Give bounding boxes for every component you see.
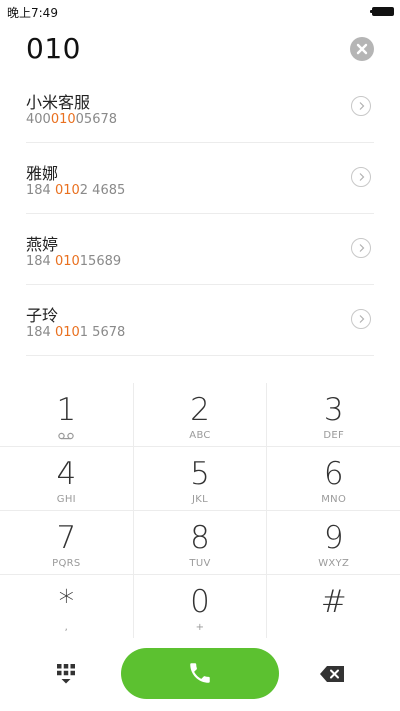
key-digit: #	[320, 584, 347, 620]
key-letters: TUV	[189, 558, 211, 569]
search-results-list: 小米客服 40001005678 雅娜 184 0102 4685 燕婷 184…	[26, 72, 374, 356]
key-0[interactable]: 0 +	[132, 575, 267, 638]
key-digit: 9	[323, 520, 344, 556]
contact-number: 40001005678	[26, 112, 118, 127]
dialpad-icon	[57, 664, 75, 684]
contact-name: 雅娜	[26, 164, 59, 183]
number-match-highlight: 010	[54, 325, 80, 340]
backspace-button[interactable]	[320, 666, 344, 682]
key-7[interactable]: 7 PQRS	[0, 511, 133, 574]
result-item[interactable]: 雅娜 184 0102 4685	[26, 143, 374, 214]
chevron-right-icon	[359, 102, 365, 110]
backspace-icon	[320, 666, 344, 682]
dialed-number-display[interactable]: 010	[26, 32, 81, 65]
number-match-highlight: 010	[54, 254, 80, 269]
key-letters: DEF	[323, 430, 345, 441]
key-digit: 2	[190, 392, 210, 428]
result-item[interactable]: 子玲 184 0101 5678	[26, 285, 374, 356]
status-bar: 晚上7:49	[0, 0, 400, 24]
key-digit: 7	[56, 520, 77, 556]
key-6[interactable]: 6 MNO	[266, 447, 400, 510]
key-digit: 0	[190, 584, 210, 620]
key-digit: 1	[56, 392, 77, 428]
key-digit: 4	[56, 456, 77, 492]
keypad: 1 2 ABC 3 DEF 4 GHI 5 JKL 6 MNO 7 PQRS 8…	[0, 383, 400, 638]
keypad-row: 4 GHI 5 JKL 6 MNO	[0, 446, 400, 510]
voicemail-icon	[58, 432, 74, 440]
key-digit: 8	[190, 520, 210, 556]
clear-icon	[356, 43, 368, 55]
key-digit: *	[58, 584, 75, 620]
chevron-right-icon	[359, 315, 365, 323]
key-letters: ABC	[189, 430, 211, 441]
key-letters: GHI	[56, 494, 76, 505]
dialpad-toggle-button[interactable]	[57, 664, 75, 684]
bottom-action-bar	[0, 643, 400, 711]
key-digit: 6	[323, 456, 344, 492]
battery-icon	[370, 7, 394, 16]
key-digit: 5	[190, 456, 210, 492]
result-item[interactable]: 燕婷 184 01015689	[26, 214, 374, 285]
contact-detail-button[interactable]	[351, 238, 371, 258]
contact-number: 184 01015689	[26, 254, 122, 269]
status-time: 晚上7:49	[7, 6, 58, 20]
key-letters: +	[195, 622, 205, 633]
call-button[interactable]	[121, 648, 279, 699]
key-5[interactable]: 5 JKL	[132, 447, 267, 510]
keypad-row: 7 PQRS 8 TUV 9 WXYZ	[0, 510, 400, 574]
key-8[interactable]: 8 TUV	[132, 511, 267, 574]
key-hash[interactable]: #	[266, 575, 400, 638]
contact-detail-button[interactable]	[351, 309, 371, 329]
key-3[interactable]: 3 DEF	[266, 383, 400, 446]
key-letters: MNO	[321, 494, 347, 505]
key-letters: WXYZ	[318, 558, 350, 569]
number-match-highlight: 010	[54, 183, 80, 198]
key-1[interactable]: 1	[0, 383, 133, 446]
contact-name: 小米客服	[26, 93, 91, 112]
clear-button[interactable]	[350, 37, 374, 61]
key-9[interactable]: 9 WXYZ	[266, 511, 400, 574]
key-star[interactable]: * ,	[0, 575, 133, 638]
result-item[interactable]: 小米客服 40001005678	[26, 72, 374, 143]
keypad-row: 1 2 ABC 3 DEF	[0, 383, 400, 446]
contact-number: 184 0102 4685	[26, 183, 126, 198]
contact-number: 184 0101 5678	[26, 325, 126, 340]
phone-icon	[190, 663, 210, 683]
keypad-row: * , 0 + #	[0, 574, 400, 638]
key-letters: PQRS	[52, 558, 81, 569]
key-4[interactable]: 4 GHI	[0, 447, 133, 510]
key-letters: ,	[64, 622, 69, 633]
key-digit: 3	[323, 392, 344, 428]
contact-detail-button[interactable]	[351, 96, 371, 116]
number-match-highlight: 010	[50, 112, 76, 127]
key-letters: JKL	[192, 494, 208, 505]
chevron-right-icon	[359, 173, 365, 181]
contact-name: 燕婷	[26, 235, 59, 254]
chevron-right-icon	[359, 244, 365, 252]
key-2[interactable]: 2 ABC	[132, 383, 267, 446]
contact-name: 子玲	[26, 306, 59, 325]
contact-detail-button[interactable]	[351, 167, 371, 187]
